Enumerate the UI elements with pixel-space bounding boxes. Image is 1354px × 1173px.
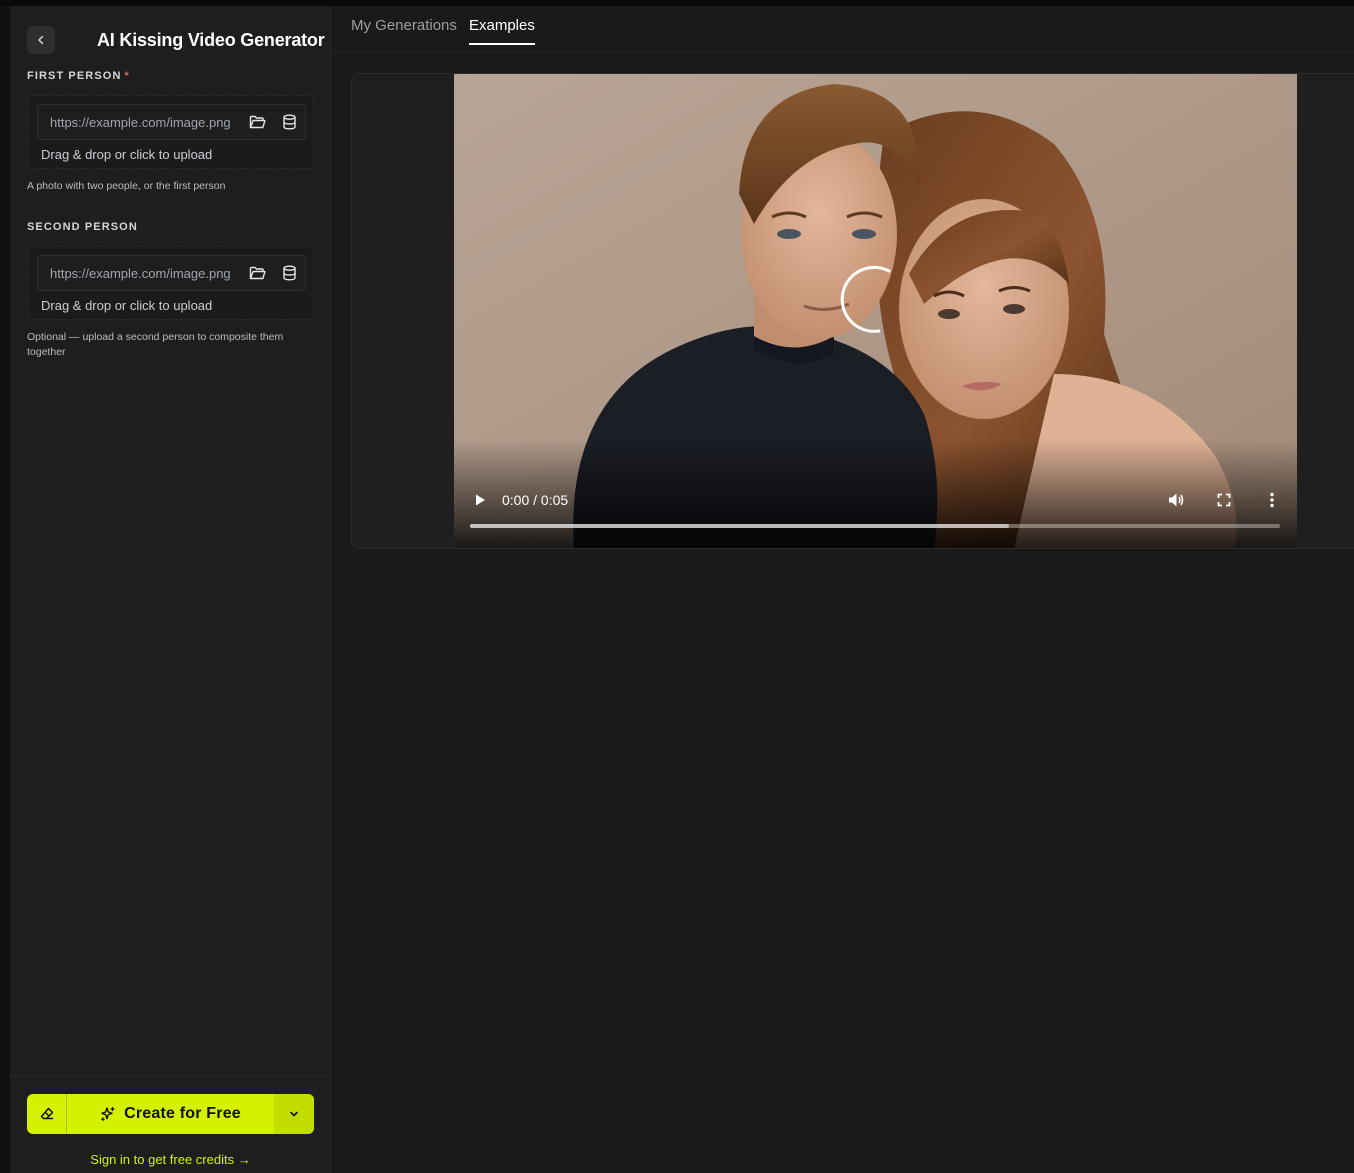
- first-person-dropzone[interactable]: Drag & drop or click to upload: [27, 95, 314, 169]
- fullscreen-icon[interactable]: [1214, 490, 1234, 510]
- loading-spinner-icon: [840, 265, 891, 333]
- example-video-card: 0:00 / 0:05: [351, 73, 1354, 549]
- left-edge: [0, 6, 10, 1173]
- second-person-url-row: [37, 255, 306, 291]
- first-person-url-row: [37, 104, 306, 140]
- sign-in-link[interactable]: Sign in to get free credits →: [10, 1152, 331, 1167]
- action-bar: Create for Free Sign in to get free cred…: [10, 1076, 331, 1173]
- first-person-hint: A photo with two people, or the first pe…: [27, 180, 226, 192]
- tab-my-generations[interactable]: My Generations: [351, 17, 457, 43]
- time-display: 0:00 / 0:05: [502, 492, 569, 508]
- second-person-drop-text: Drag & drop or click to upload: [41, 298, 213, 313]
- play-icon[interactable]: [470, 490, 490, 510]
- create-button[interactable]: Create for Free: [67, 1094, 274, 1134]
- page-title: AI Kissing Video Generator: [97, 30, 325, 50]
- required-marker: *: [124, 70, 130, 82]
- chevron-down-icon: [290, 1111, 298, 1117]
- back-button[interactable]: [27, 26, 55, 54]
- more-vertical-icon[interactable]: [1262, 490, 1282, 510]
- progress-bar[interactable]: [470, 524, 1280, 528]
- folder-open-icon[interactable]: [248, 264, 266, 282]
- video-player[interactable]: 0:00 / 0:05: [454, 74, 1297, 548]
- second-person-label: SECOND PERSON: [27, 221, 138, 233]
- first-person-url-input[interactable]: [38, 105, 243, 139]
- sparkle-icon: [101, 1106, 115, 1122]
- first-person-label: FIRST PERSON *: [27, 70, 130, 82]
- folder-open-icon[interactable]: [248, 113, 266, 131]
- create-button-label: Create for Free: [124, 1105, 241, 1122]
- second-person-url-input[interactable]: [38, 256, 243, 290]
- progress-buffered: [470, 524, 1009, 528]
- first-person-drop-text: Drag & drop or click to upload: [41, 147, 213, 162]
- result-tabs: My Generations Examples: [331, 6, 1354, 53]
- second-person-hint: Optional — upload a second person to com…: [27, 331, 284, 358]
- generator-sidebar: AI Kissing Video Generator FIRST PERSON *…: [10, 6, 331, 1173]
- database-icon[interactable]: [280, 264, 298, 282]
- volume-icon[interactable]: [1166, 489, 1186, 511]
- second-person-dropzone[interactable]: Drag & drop or click to upload: [27, 246, 314, 320]
- create-button-group: Create for Free: [27, 1094, 314, 1134]
- chevron-left-icon: [38, 35, 44, 45]
- database-icon[interactable]: [280, 113, 298, 131]
- create-options-button[interactable]: [274, 1094, 314, 1134]
- eraser-icon: [40, 1107, 53, 1120]
- first-person-label-text: FIRST PERSON: [27, 70, 122, 82]
- tab-examples[interactable]: Examples: [469, 17, 535, 45]
- clear-button[interactable]: [27, 1094, 67, 1134]
